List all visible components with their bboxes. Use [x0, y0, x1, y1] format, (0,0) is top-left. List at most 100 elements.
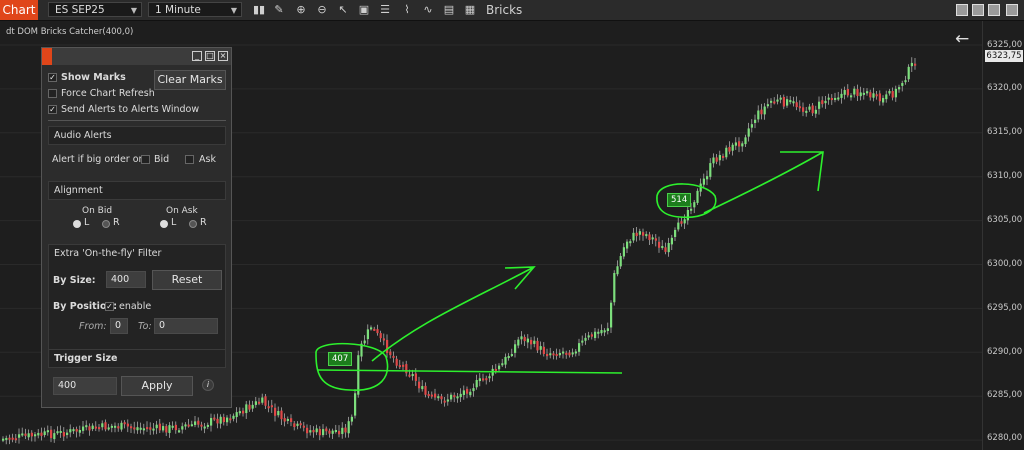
brick — [171, 425, 174, 428]
brick — [59, 430, 62, 433]
price-tick: 6300,00 — [987, 259, 1023, 269]
brick — [478, 378, 481, 382]
brick — [469, 391, 472, 396]
brick — [562, 351, 565, 354]
price-tick: 6290,00 — [987, 347, 1023, 357]
minimize-icon[interactable]: _ — [192, 51, 202, 61]
info-icon[interactable]: i — [202, 379, 214, 391]
brick — [453, 395, 456, 398]
brick — [498, 365, 501, 370]
on-ask-right-radio[interactable] — [189, 220, 197, 228]
brick — [101, 423, 104, 428]
toolbar: Chart ES SEP25 ▼ 1 Minute ▼ ▮▮ ✎ ⊕ ⊖ ↖ ▣… — [0, 0, 1024, 21]
to-input[interactable]: 0 — [154, 318, 218, 334]
strategies-icon[interactable]: ∿ — [421, 3, 435, 17]
from-input[interactable]: 0 — [110, 318, 128, 334]
brick — [904, 80, 907, 83]
brick — [840, 93, 843, 98]
panel-header[interactable]: _ □ × — [42, 48, 231, 65]
brick — [136, 427, 139, 431]
on-bid-right-radio[interactable] — [102, 220, 110, 228]
brick — [21, 433, 24, 436]
brick — [309, 430, 312, 433]
brick — [885, 94, 888, 100]
apply-button[interactable]: Apply — [121, 376, 193, 396]
brick — [133, 427, 136, 430]
templates-icon[interactable]: ▤ — [442, 3, 456, 17]
brick — [914, 63, 917, 66]
brick — [430, 394, 433, 397]
bid-checkbox[interactable] — [141, 155, 150, 164]
brick — [693, 202, 696, 208]
zoom-in-icon[interactable]: ⊕ — [294, 3, 308, 17]
price-tick: 6320,00 — [987, 83, 1023, 93]
alignment-section: Alignment — [48, 181, 226, 200]
brick — [251, 404, 254, 409]
zoom-out-icon[interactable]: ⊖ — [315, 3, 329, 17]
restore-icon[interactable] — [988, 4, 1000, 16]
bar-chart-icon[interactable]: ▮▮ — [252, 3, 266, 17]
brick — [773, 101, 776, 104]
brick — [37, 432, 40, 436]
back-arrow-icon[interactable]: ← — [955, 29, 969, 49]
brick — [578, 343, 581, 352]
interval-selector[interactable]: 1 Minute ▼ — [148, 2, 242, 17]
tile-icon[interactable] — [972, 4, 984, 16]
force-refresh-checkbox[interactable] — [48, 89, 57, 98]
brick — [363, 340, 366, 344]
brick — [594, 331, 597, 339]
brick — [110, 425, 113, 428]
show-marks-checkbox[interactable]: ✓ — [48, 73, 57, 82]
properties-icon[interactable]: ☰ — [378, 3, 392, 17]
close-icon[interactable]: × — [218, 51, 228, 61]
brick — [760, 109, 763, 115]
brick — [75, 428, 78, 432]
chart-tab[interactable]: Chart — [0, 0, 38, 20]
brick — [114, 425, 117, 428]
send-alerts-checkbox[interactable]: ✓ — [48, 105, 57, 114]
brick — [456, 396, 459, 399]
on-bid-left-radio[interactable] — [73, 220, 81, 228]
brick — [862, 92, 865, 95]
cursor-icon[interactable]: ↖ — [336, 3, 350, 17]
brick — [158, 423, 161, 431]
brick — [139, 427, 142, 430]
brick — [581, 340, 584, 343]
size-input[interactable]: 400 — [106, 271, 146, 288]
pencil-icon[interactable]: ✎ — [272, 3, 286, 17]
alert-if-label: Alert if big order on: — [52, 154, 148, 165]
brick — [117, 426, 120, 429]
reset-button[interactable]: Reset — [152, 270, 222, 290]
brick — [395, 358, 398, 366]
brick — [264, 396, 267, 406]
brick — [798, 106, 801, 109]
brick — [427, 394, 430, 397]
minimize-icon[interactable] — [956, 4, 968, 16]
enable-position-checkbox[interactable]: ✓ — [105, 302, 114, 311]
brick — [318, 429, 321, 436]
brick — [341, 427, 344, 434]
brick — [872, 93, 875, 98]
maximize-icon[interactable]: □ — [205, 51, 215, 61]
trigger-size-input[interactable]: 400 — [53, 377, 117, 395]
brick — [590, 334, 593, 337]
brick — [520, 336, 523, 340]
instrument-selector[interactable]: ES SEP25 ▼ — [48, 2, 142, 17]
indicators-icon[interactable]: ⌇ — [400, 3, 414, 17]
brick — [72, 429, 75, 432]
on-ask-left-radio[interactable] — [160, 220, 168, 228]
brick — [82, 426, 85, 431]
clear-marks-button[interactable]: Clear Marks — [154, 70, 226, 90]
brick — [683, 219, 686, 224]
templates-icon[interactable]: ▦ — [463, 3, 477, 17]
price-axis: 6325,00 6320,00 6315,00 6310,00 6305,00 … — [982, 21, 1024, 450]
brick — [786, 99, 789, 106]
brick — [549, 353, 552, 356]
bid-label: Bid — [154, 154, 170, 165]
brick — [162, 426, 165, 431]
brick — [274, 407, 277, 416]
brick — [776, 99, 779, 102]
data-box-icon[interactable]: ▣ — [357, 3, 371, 17]
ask-checkbox[interactable] — [185, 155, 194, 164]
close-icon[interactable] — [1006, 4, 1018, 16]
